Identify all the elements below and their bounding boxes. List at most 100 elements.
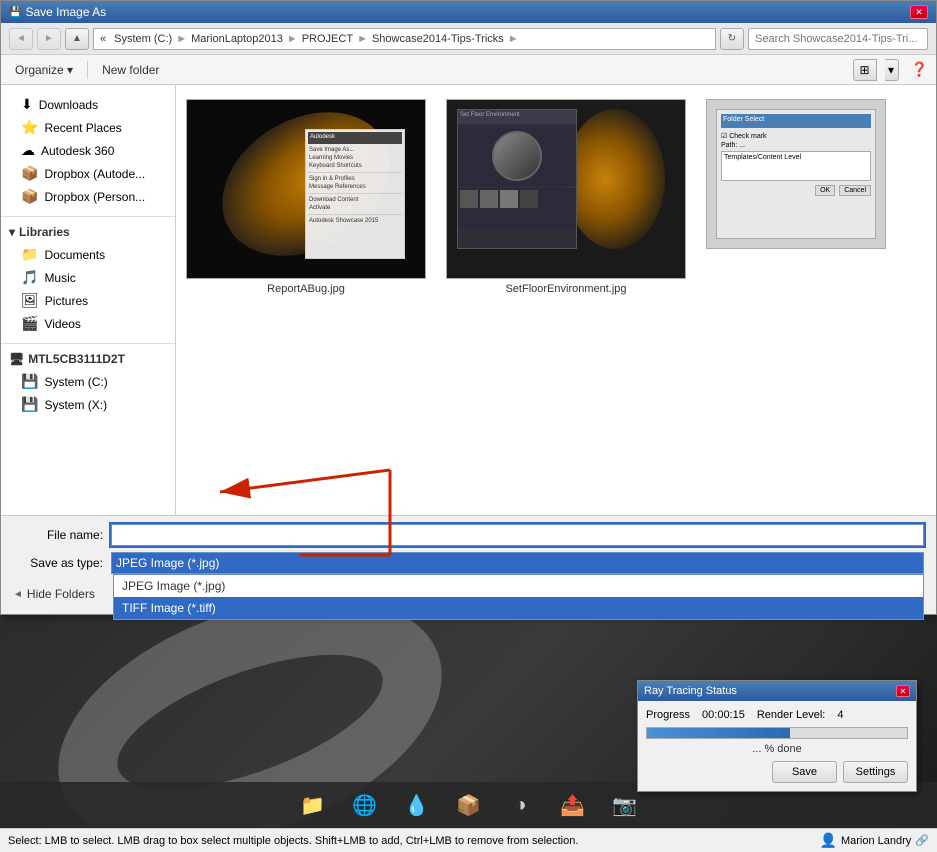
rt-progress-bar: [647, 728, 790, 738]
sidebar-item-music[interactable]: 🎵 Music: [1, 266, 175, 289]
rt-progress-row: Progress 00:00:15 Render Level: 4: [646, 709, 908, 721]
rt-settings-button[interactable]: Settings: [843, 761, 908, 783]
dialog-inner: Folder Select ☑ Check mark Path: ... Tem…: [716, 109, 876, 239]
libraries-header[interactable]: ▾ Libraries: [1, 221, 175, 243]
dropdown-item-jpg[interactable]: JPEG Image (*.jpg): [114, 575, 923, 597]
view-dropdown-button[interactable]: ▾: [885, 59, 899, 81]
thumb-set-image: Set Floor Environment: [447, 99, 685, 279]
thumbnail-small: Folder Select ☑ Check mark Path: ... Tem…: [706, 99, 886, 249]
navigation-bar: ◄ ► ▲ « System (C:) ► MarionLaptop2013 ►…: [1, 23, 936, 55]
sidebar-item-dropbox1[interactable]: 📦 Dropbox (Autode...: [1, 162, 175, 185]
filename-setfloor: SetFloorEnvironment.jpg: [505, 283, 626, 295]
path-user: MarionLaptop2013: [191, 33, 283, 45]
panel-overlay: Set Floor Environment: [457, 109, 577, 249]
address-bar[interactable]: « System (C:) ► MarionLaptop2013 ► PROJE…: [93, 28, 716, 50]
filetype-select[interactable]: JPEG Image (*.jpg): [111, 552, 924, 574]
lighting-tool[interactable]: ◑: [503, 787, 539, 823]
ray-tracing-titlebar: Ray Tracing Status ✕: [638, 681, 916, 701]
hide-folders-button[interactable]: ◄ Hide Folders: [13, 587, 95, 601]
user-icon: 👤: [820, 832, 837, 849]
path-root: «: [100, 33, 106, 45]
organize-button[interactable]: Organize ▾: [9, 61, 79, 79]
dialog-title: Save Image As: [25, 5, 910, 19]
refresh-button[interactable]: ↻: [720, 28, 744, 50]
favorites-section: ⬇ Downloads ⭐ Recent Places ☁ Autodesk 3…: [1, 93, 175, 208]
sidebar-item-autodesk[interactable]: ☁ Autodesk 360: [1, 139, 175, 162]
sidebar-item-downloads[interactable]: ⬇ Downloads: [1, 93, 175, 116]
dropbox2-icon: 📦: [21, 188, 38, 205]
filetype-label: Save as type:: [13, 556, 103, 570]
sidebar-item-dropbox2[interactable]: 📦 Dropbox (Person...: [1, 185, 175, 208]
cloud-icon: ☁: [21, 142, 35, 159]
dropdown-item-tiff[interactable]: TIFF Image (*.tiff): [114, 597, 923, 619]
rt-time: 00:00:15: [702, 709, 745, 721]
filetype-row: Save as type: JPEG Image (*.jpg) JPEG Im…: [13, 552, 924, 574]
new-folder-button[interactable]: New folder: [96, 61, 165, 79]
path-project: PROJECT: [302, 33, 353, 45]
dialog-toolbar: Organize ▾ New folder ⊞ ▾ ❓: [1, 55, 936, 85]
material-tool[interactable]: 💧: [399, 787, 435, 823]
libraries-section: 📁 Documents 🎵 Music 🖼 Pictures 🎬 Videos: [1, 243, 175, 335]
sidebar-item-pictures[interactable]: 🖼 Pictures: [1, 289, 175, 312]
dropbox1-label: Dropbox (Autode...: [44, 167, 145, 181]
thumbnail-setfloor: Set Floor Environment: [446, 99, 686, 279]
recent-icon: ⭐: [21, 119, 38, 136]
status-text: Select: LMB to select. LMB drag to box s…: [8, 835, 820, 847]
view-toggle-button[interactable]: ⊞: [853, 59, 877, 81]
dropbox1-icon: 📦: [21, 165, 38, 182]
network-icon: 🔗: [915, 834, 929, 847]
file-item-reportabug[interactable]: Autodesk Save Image As... Learning Movie…: [186, 95, 426, 299]
dialog-titlebar: 💾 Save Image As ✕: [1, 1, 936, 23]
drive-x-icon: 💾: [21, 396, 38, 413]
rt-buttons: Save Settings: [646, 761, 908, 783]
search-input[interactable]: [748, 28, 928, 50]
sidebar-item-system-x[interactable]: 💾 System (X:): [1, 393, 175, 416]
ray-tracing-body: Progress 00:00:15 Render Level: 4 ... % …: [638, 701, 916, 791]
up-button[interactable]: ▲: [65, 28, 89, 50]
filename-row: File name:: [13, 524, 924, 546]
rt-save-button[interactable]: Save: [772, 761, 837, 783]
file-grid: Autodesk Save Image As... Learning Movie…: [176, 85, 936, 515]
sidebar-item-videos[interactable]: 🎬 Videos: [1, 312, 175, 335]
content-area: ⬇ Downloads ⭐ Recent Places ☁ Autodesk 3…: [1, 85, 936, 515]
menu-overlay: Autodesk Save Image As... Learning Movie…: [305, 129, 405, 259]
computer-icon: 🖥: [9, 352, 24, 366]
documents-icon: 📁: [21, 246, 38, 263]
dialog-icon: 💾: [9, 7, 21, 18]
file-item-setfloor[interactable]: Set Floor Environment: [446, 95, 686, 299]
ray-tracing-close-button[interactable]: ✕: [896, 685, 910, 697]
path-folder: Showcase2014-Tips-Tricks: [372, 33, 504, 45]
drive-c-icon: 💾: [21, 373, 38, 390]
autodesk-label: Autodesk 360: [41, 144, 114, 158]
rt-percent-text: ... % done: [646, 743, 908, 755]
filetype-dropdown: JPEG Image (*.jpg) TIFF Image (*.tiff): [113, 574, 924, 620]
sidebar-item-system-c[interactable]: 💾 System (C:): [1, 370, 175, 393]
sidebar-item-recent[interactable]: ⭐ Recent Places: [1, 116, 175, 139]
forward-button[interactable]: ►: [37, 28, 61, 50]
open-folder-tool[interactable]: 📁: [295, 787, 331, 823]
computer-header[interactable]: 🖥 MTL5CB3111D2T: [1, 348, 175, 370]
save-as-dialog: 💾 Save Image As ✕ ◄ ► ▲ « System (C:) ► …: [0, 0, 937, 615]
dialog-close-button[interactable]: ✕: [910, 5, 928, 19]
back-button[interactable]: ◄: [9, 28, 33, 50]
model-tool[interactable]: 📦: [451, 787, 487, 823]
dropbox2-label: Dropbox (Person...: [44, 190, 145, 204]
help-icon[interactable]: ❓: [911, 61, 928, 78]
user-info: 👤 Marion Landry 🔗: [820, 832, 929, 849]
pictures-icon: 🖼: [21, 292, 39, 309]
camera-tool[interactable]: 📷: [607, 787, 643, 823]
filename-input[interactable]: [111, 524, 924, 546]
file-item-small[interactable]: Folder Select ☑ Check mark Path: ... Tem…: [706, 95, 886, 299]
thumbnail-reportabug: Autodesk Save Image As... Learning Movie…: [186, 99, 426, 279]
path-drive: System (C:): [114, 33, 172, 45]
music-icon: 🎵: [21, 269, 38, 286]
videos-icon: 🎬: [21, 315, 38, 332]
ray-tracing-title-text: Ray Tracing Status: [644, 685, 896, 697]
sidebar-divider2: [1, 343, 175, 344]
sidebar-item-documents[interactable]: 📁 Documents: [1, 243, 175, 266]
export-tool[interactable]: 📤: [555, 787, 591, 823]
toolbar-separator: [87, 61, 88, 79]
environment-tool[interactable]: 🌐: [347, 787, 383, 823]
left-panel: ⬇ Downloads ⭐ Recent Places ☁ Autodesk 3…: [1, 85, 176, 515]
recent-label: Recent Places: [44, 121, 121, 135]
